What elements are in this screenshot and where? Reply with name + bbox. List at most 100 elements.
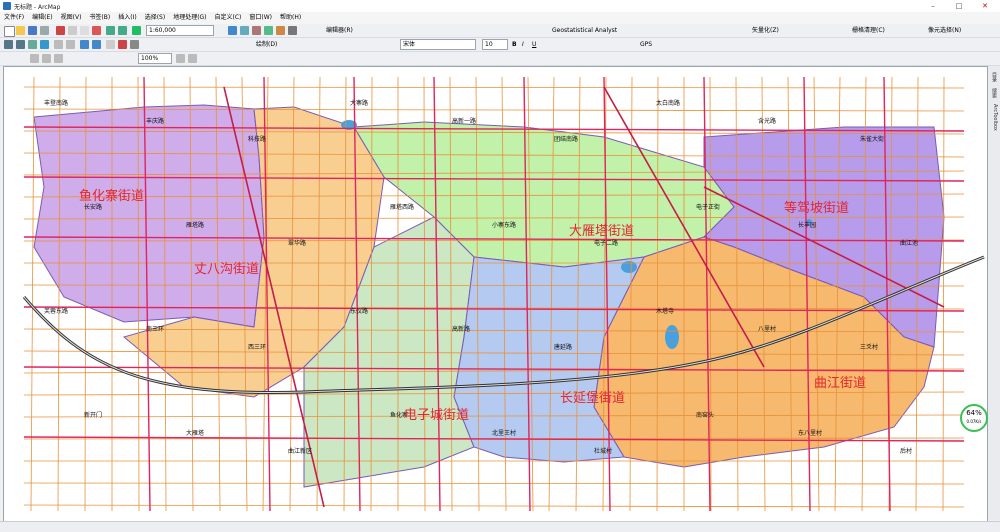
network-speed-widget: 64% 0.07K/s xyxy=(960,404,988,432)
layout-zoom-combo[interactable]: 100% xyxy=(138,53,172,64)
place-label: 南三环 xyxy=(146,325,164,333)
place-label: 雁塔西路 xyxy=(390,203,414,211)
font-name-combo[interactable]: 宋体 xyxy=(400,39,476,50)
menu-edit[interactable]: 编辑(E) xyxy=(28,12,56,24)
map-canvas[interactable]: 丰登南路丰庆路科技路 大寨路高新一路团结南路 太白南路含光路朱雀大街长安路雁塔路翠华… xyxy=(4,67,987,521)
district-label: 长延堡街道 xyxy=(560,390,625,406)
menu-insert[interactable]: 插入(I) xyxy=(114,12,140,24)
place-label: 南窑头 xyxy=(696,411,714,419)
search-tab[interactable]: 搜索 xyxy=(990,88,998,98)
select-features-icon[interactable] xyxy=(106,40,115,49)
place-label: 芙蓉东路 xyxy=(44,307,68,315)
vectorize-menu[interactable]: 矢量化(Z) xyxy=(752,26,779,35)
place-label: 八里村 xyxy=(758,325,776,333)
layout-zoom-in-icon[interactable] xyxy=(30,54,39,63)
new-icon[interactable] xyxy=(4,26,15,37)
editor-menu[interactable]: 编辑器(R) xyxy=(326,26,353,35)
raster-cleanup-menu[interactable]: 栅格清理(C) xyxy=(852,26,885,35)
place-label: 含光路 xyxy=(758,117,776,125)
qujiang-pool xyxy=(665,325,679,349)
layout-pan-icon[interactable] xyxy=(54,54,63,63)
place-label: 唐延路 xyxy=(554,343,572,351)
menu-windows[interactable]: 窗口(W) xyxy=(245,12,276,24)
cell-selection-menu[interactable]: 像元选择(N) xyxy=(928,26,961,35)
zoom-in-icon[interactable] xyxy=(4,40,13,49)
arctoolbox-icon[interactable] xyxy=(276,26,285,35)
back-extent-icon[interactable] xyxy=(80,40,89,49)
gps-menu[interactable]: GPS xyxy=(640,40,652,49)
copy-icon[interactable] xyxy=(68,26,77,35)
place-label: 高新路 xyxy=(452,325,470,333)
fixed-zoom-out-icon[interactable] xyxy=(66,40,75,49)
layout-zoom-out-icon[interactable] xyxy=(42,54,51,63)
redo-icon[interactable] xyxy=(118,26,127,35)
identify-icon[interactable] xyxy=(118,40,127,49)
place-label: 丰庆路 xyxy=(146,117,164,125)
minimize-icon[interactable]: – xyxy=(920,0,946,12)
place-label: 高新一路 xyxy=(452,117,476,125)
arctoolbox-tab[interactable]: ArcToolbox xyxy=(990,104,998,131)
add-data-icon[interactable] xyxy=(132,26,141,35)
menu-geoprocessing[interactable]: 地理处理(G) xyxy=(169,12,210,24)
table-icon[interactable] xyxy=(240,26,249,35)
search-icon[interactable] xyxy=(264,26,273,35)
place-label: 新开门 xyxy=(84,411,102,419)
full-extent-icon[interactable] xyxy=(40,40,49,49)
toggle-draft-icon[interactable] xyxy=(176,54,185,63)
menu-customize[interactable]: 自定义(C) xyxy=(211,12,246,24)
draw-menu[interactable]: 绘制(D) xyxy=(256,40,277,49)
measure-icon[interactable] xyxy=(130,40,139,49)
menu-bookmarks[interactable]: 书签(B) xyxy=(85,12,114,24)
menu-help[interactable]: 帮助(H) xyxy=(276,12,305,24)
open-icon[interactable] xyxy=(16,26,25,35)
place-label: 大雁塔 xyxy=(186,429,204,437)
place-label: 太白南路 xyxy=(656,99,680,107)
underline-button[interactable]: U xyxy=(532,40,536,49)
menu-file[interactable]: 文件(F) xyxy=(0,12,28,24)
geostatistical-analyst-menu[interactable]: Geostatistical Analyst xyxy=(552,26,617,35)
catalog-icon[interactable] xyxy=(252,26,261,35)
forward-extent-icon[interactable] xyxy=(92,40,101,49)
print-icon[interactable] xyxy=(40,26,49,35)
bold-button[interactable]: B xyxy=(512,40,517,49)
place-label: 电子二路 xyxy=(594,239,618,247)
place-label: 杜城村 xyxy=(594,447,612,455)
minor-road xyxy=(23,504,965,508)
widget-speed: 0.07K/s xyxy=(966,419,982,424)
place-label: 东仪路 xyxy=(350,307,368,315)
district-label: 丈八沟街道 xyxy=(194,262,259,277)
italic-button[interactable]: I xyxy=(522,40,524,49)
place-label: 电子正街 xyxy=(696,203,720,211)
minor-road xyxy=(23,86,965,89)
delete-icon[interactable] xyxy=(92,26,101,35)
fixed-zoom-in-icon[interactable] xyxy=(54,40,63,49)
python-icon[interactable] xyxy=(288,26,297,35)
place-label: 三爻村 xyxy=(860,343,878,351)
place-label: 丰登南路 xyxy=(44,99,68,107)
district-yuhuazhai[interactable] xyxy=(33,104,265,328)
focus-frame-icon[interactable] xyxy=(188,54,197,63)
paste-icon[interactable] xyxy=(80,26,89,35)
menu-selection[interactable]: 选择(S) xyxy=(141,12,170,24)
arcmap-icon xyxy=(3,2,11,10)
editor-toolbar-icon[interactable] xyxy=(228,26,237,35)
undo-icon[interactable] xyxy=(106,26,115,35)
scale-combo[interactable]: 1:60,000 xyxy=(146,25,214,36)
close-icon[interactable]: ✕ xyxy=(972,0,998,12)
place-label: 后村 xyxy=(900,447,912,455)
tools-toolbar: 绘制(D) 宋体 10 B I U GPS xyxy=(0,38,1000,52)
place-label: 曲江新区 xyxy=(288,447,312,455)
pan-icon[interactable] xyxy=(28,40,37,49)
font-size-combo[interactable]: 10 xyxy=(482,39,508,50)
minor-road xyxy=(30,76,35,512)
place-label: 团结南路 xyxy=(554,135,578,143)
menu-view[interactable]: 视图(V) xyxy=(57,12,86,24)
zoom-out-icon[interactable] xyxy=(16,40,25,49)
maximize-icon[interactable]: □ xyxy=(946,0,972,12)
map-display[interactable]: 丰登南路 丰庆路 科技路 大寨路 高新一路 团结南路 太白南路 含光路 朱雀大街 长安路 雁塔路 翠华… xyxy=(3,66,988,522)
cut-icon[interactable] xyxy=(56,26,65,35)
place-label: 雁塔路 xyxy=(186,221,204,229)
save-icon[interactable] xyxy=(28,26,37,35)
place-label: 小寨东路 xyxy=(492,221,516,229)
catalog-tab[interactable]: 目录 xyxy=(990,72,998,82)
